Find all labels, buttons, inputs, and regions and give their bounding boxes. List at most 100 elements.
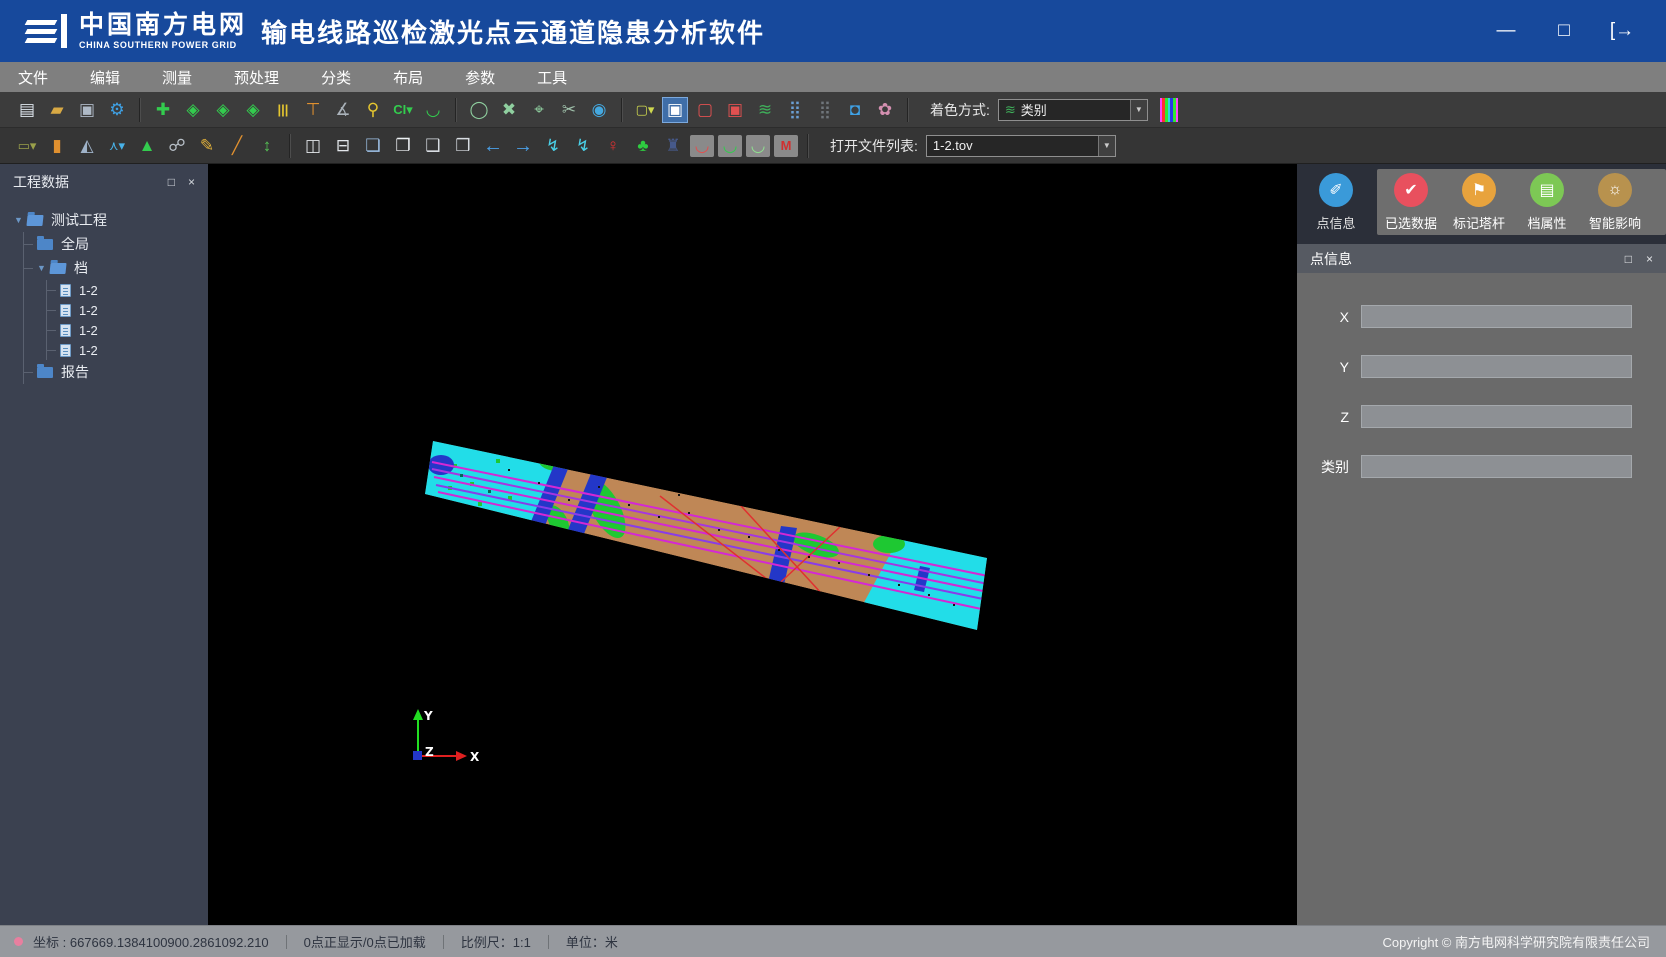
pan-move-icon[interactable]: ✚ — [150, 97, 176, 123]
measure-m-icon[interactable]: M — [774, 135, 798, 157]
camera-icon[interactable]: ◘ — [842, 97, 868, 123]
sag-view-red-icon[interactable]: ◡ — [690, 135, 714, 157]
grid-delete-icon[interactable]: ⣿ — [782, 97, 808, 123]
height-measure-icon[interactable]: ⊤ — [300, 97, 326, 123]
x-field-input[interactable] — [1361, 305, 1632, 328]
ruler-diagonal-icon[interactable]: ╱ — [224, 133, 250, 159]
copy-views-icon[interactable]: ❏ — [360, 133, 386, 159]
back-icon[interactable]: ← — [480, 133, 506, 159]
select-small-icon[interactable]: ▣ — [722, 97, 748, 123]
angle-measure-icon[interactable]: ∡ — [330, 97, 356, 123]
split-vertical-icon[interactable]: ◫ — [300, 133, 326, 159]
broom-icon[interactable]: ✎ — [194, 133, 220, 159]
panel-maximize-icon[interactable]: □ — [1625, 252, 1632, 266]
dropdown-caret-icon[interactable]: ▼ — [1130, 100, 1147, 120]
menu-layout[interactable]: 布局 — [393, 67, 423, 88]
select-points-icon[interactable]: ▣ — [662, 97, 688, 123]
menu-tools[interactable]: 工具 — [537, 67, 567, 88]
section-line-icon[interactable]: ↕ — [254, 133, 280, 159]
tab-span-properties[interactable]: ▤ 档属性 — [1513, 173, 1581, 232]
catenary-tool-icon[interactable]: ◡ — [420, 97, 446, 123]
ci-tool-icon[interactable]: CI▾ — [390, 97, 416, 123]
z-axis-origin — [413, 751, 422, 760]
forward-icon[interactable]: → — [510, 133, 536, 159]
classify-diamond3-icon[interactable]: ◈ — [240, 97, 266, 123]
ruler-vertical-icon[interactable]: ▮ — [44, 133, 70, 159]
tree-file-label: 1-2 — [79, 343, 98, 358]
expand-caret-icon[interactable]: ▼ — [37, 263, 50, 273]
location-pin-icon[interactable]: ♀ — [600, 133, 626, 159]
classify-diamond2-icon[interactable]: ◈ — [210, 97, 236, 123]
rainbow-colorbar-icon[interactable] — [1160, 98, 1178, 122]
menu-edit[interactable]: 编辑 — [90, 67, 120, 88]
panel-close-icon[interactable]: × — [188, 175, 195, 189]
y-field-input[interactable] — [1361, 355, 1632, 378]
view-red-b-icon[interactable]: ❒ — [450, 133, 476, 159]
new-file-icon[interactable]: ▤ — [14, 97, 40, 123]
profile-line-b-icon[interactable]: ↯ — [570, 133, 596, 159]
vector-angle-icon[interactable]: ⋏▾ — [104, 133, 130, 159]
deselect-points-icon[interactable]: ▢ — [692, 97, 718, 123]
tab-mark-tower[interactable]: ⚑ 标记塔杆 — [1445, 173, 1513, 232]
tree-node-root[interactable]: ▼ 测试工程 — [14, 208, 208, 232]
panel-close-icon[interactable]: × — [1646, 252, 1653, 266]
category-field-input[interactable] — [1361, 455, 1632, 478]
rect-select-icon[interactable]: ▢▾ — [632, 97, 658, 123]
menu-classify[interactable]: 分类 — [321, 67, 351, 88]
tab-point-info[interactable]: ✐ 点信息 — [1303, 173, 1369, 232]
tree-file-item[interactable]: 1-2 — [47, 340, 208, 360]
tab-smart-impact[interactable]: ☼ 智能影响 — [1581, 173, 1649, 232]
classify-diamond-icon[interactable]: ◈ — [180, 97, 206, 123]
menu-measure[interactable]: 测量 — [162, 67, 192, 88]
vertical-tool-icon[interactable]: ⌖ — [526, 97, 552, 123]
ellipse-select-icon[interactable]: ◯ — [466, 97, 492, 123]
style-box-icon[interactable]: ▭▾ — [14, 133, 40, 159]
open-folder-icon[interactable]: ▰ — [44, 97, 70, 123]
tree-file-item[interactable]: 1-2 — [47, 300, 208, 320]
palette-icon[interactable]: ✿ — [872, 97, 898, 123]
layers-icon[interactable]: ≋ — [752, 97, 778, 123]
z-axis-label: Z — [425, 745, 434, 759]
bars-delete-icon[interactable]: ||| — [270, 97, 296, 123]
colorize-dropdown[interactable]: ≋ 类别 ▼ — [998, 99, 1148, 121]
expand-caret-icon[interactable]: ▼ — [14, 215, 27, 225]
folder-view-icon[interactable]: ❐ — [390, 133, 416, 159]
cut-icon[interactable]: ✂ — [556, 97, 582, 123]
z-field-input[interactable] — [1361, 405, 1632, 428]
split-horizontal-icon[interactable]: ⊟ — [330, 133, 356, 159]
menu-file[interactable]: 文件 — [18, 67, 48, 88]
x-axis-arrow — [456, 751, 467, 761]
minimize-button[interactable]: — — [1492, 20, 1520, 42]
tree-node-report[interactable]: 报告 — [24, 360, 208, 384]
nodes-icon[interactable]: ☍ — [164, 133, 190, 159]
maximize-button[interactable]: □ — [1550, 20, 1578, 42]
filelist-label: 打开文件列表: — [830, 136, 918, 156]
sag-view-green-icon[interactable]: ◡ — [718, 135, 742, 157]
danger-triangle-icon[interactable]: ◭ — [74, 133, 100, 159]
tree-icon[interactable]: ♣ — [630, 133, 656, 159]
viewport-3d[interactable]: Y X Z — [208, 164, 1297, 925]
panel-maximize-icon[interactable]: □ — [168, 175, 175, 189]
cone-icon[interactable]: ▲ — [134, 133, 160, 159]
tab-selected-data[interactable]: ✔ 已选数据 — [1377, 173, 1445, 232]
exit-button[interactable]: [→ — [1608, 20, 1636, 42]
tree-node-global[interactable]: 全局 — [24, 232, 208, 256]
key-add-icon[interactable]: ⚲ — [360, 97, 386, 123]
menu-params[interactable]: 参数 — [465, 67, 495, 88]
tree-node-dang[interactable]: ▼ 档 — [24, 256, 208, 280]
menu-preprocess[interactable]: 预处理 — [234, 67, 279, 88]
point-cloud-scene[interactable]: Y X Z — [208, 164, 1297, 925]
dropdown-caret-icon[interactable]: ▼ — [1098, 136, 1115, 156]
profile-line-a-icon[interactable]: ↯ — [540, 133, 566, 159]
view-eye-icon[interactable]: ◉ — [586, 97, 612, 123]
tree-file-item[interactable]: 1-2 — [47, 280, 208, 300]
settings-icon[interactable]: ⚙ — [104, 97, 130, 123]
tree-file-item[interactable]: 1-2 — [47, 320, 208, 340]
save-icon[interactable]: ▣ — [74, 97, 100, 123]
view-red-a-icon[interactable]: ❑ — [420, 133, 446, 159]
sag-view-light-icon[interactable]: ◡ — [746, 135, 770, 157]
clear-selection-icon[interactable]: ✖ — [496, 97, 522, 123]
grid-cursor-icon[interactable]: ⣿ — [812, 97, 838, 123]
tower-icon[interactable]: ♜ — [660, 133, 686, 159]
filelist-dropdown[interactable]: 1-2.tov ▼ — [926, 135, 1116, 157]
